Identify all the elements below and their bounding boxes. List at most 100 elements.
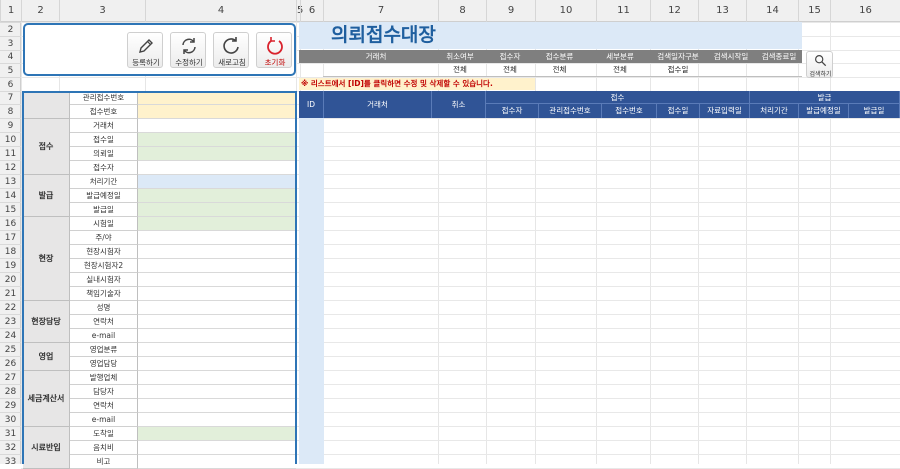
table-header-cancel[interactable]: 취소 — [432, 91, 486, 118]
row-header-33[interactable]: 33 — [0, 454, 21, 468]
row-header-5[interactable]: 5 — [0, 63, 21, 77]
column-header-3[interactable]: 3 — [59, 0, 145, 22]
column-header-13[interactable]: 13 — [698, 0, 746, 22]
refresh-arrows-icon — [182, 38, 196, 54]
reset-icon — [267, 37, 283, 55]
page-title-bar: 의뢰접수대장 — [299, 22, 802, 49]
table-header-reception-group: 접수 — [486, 91, 750, 104]
table-subheader[interactable]: 처리기간 — [750, 104, 799, 118]
row-header-21[interactable]: 21 — [0, 286, 21, 300]
column-header-15[interactable]: 15 — [798, 0, 830, 22]
filter-value[interactable] — [706, 63, 756, 77]
row-header-14[interactable]: 14 — [0, 188, 21, 202]
row-header-31[interactable]: 31 — [0, 426, 21, 440]
modify-button-label: 수정하기 — [175, 58, 203, 67]
row-header-10[interactable]: 10 — [0, 132, 21, 146]
table-subheader[interactable]: 접수번호 — [602, 104, 657, 118]
row-header-4[interactable]: 4 — [0, 50, 21, 63]
filter-value[interactable]: 전체 — [590, 63, 650, 77]
column-header-12[interactable]: 12 — [650, 0, 698, 22]
refresh-button[interactable]: 새로고침 — [213, 32, 249, 68]
row-header-24[interactable]: 24 — [0, 328, 21, 342]
column-header-16[interactable]: 16 — [830, 0, 900, 22]
row-header-28[interactable]: 28 — [0, 384, 21, 398]
search-button[interactable]: 검색하기 — [806, 51, 833, 78]
table-header-issue-group: 발급 — [750, 91, 900, 104]
column-header-6[interactable]: 6 — [300, 0, 323, 22]
column-header-4[interactable]: 4 — [145, 0, 296, 22]
row-header-3[interactable]: 3 — [0, 36, 21, 50]
column-header-bar: 1 2 3 4 5 6 7 8 9 10 11 12 13 14 15 16 — [0, 0, 900, 22]
column-header-10[interactable]: 10 — [535, 0, 596, 22]
table-subheader[interactable]: 발급일 — [849, 104, 900, 118]
refresh-button-label: 새로고침 — [218, 58, 246, 67]
id-column[interactable] — [299, 118, 324, 464]
column-header-11[interactable]: 11 — [596, 0, 650, 22]
filter-value[interactable] — [323, 63, 429, 77]
entry-form-frame — [22, 91, 297, 464]
row-header-16[interactable]: 16 — [0, 216, 21, 230]
row-header-11[interactable]: 11 — [0, 146, 21, 160]
modify-button[interactable]: 수정하기 — [170, 32, 206, 68]
row-header-9[interactable]: 9 — [0, 118, 21, 132]
row-header-20[interactable]: 20 — [0, 272, 21, 286]
filter-value[interactable]: 전체 — [491, 63, 529, 77]
table-subheader[interactable]: 접수일 — [657, 104, 700, 118]
table-subheader[interactable]: 관리접수번호 — [539, 104, 602, 118]
row-header-30[interactable]: 30 — [0, 412, 21, 426]
filter-header: 검색일자구분 — [650, 50, 706, 63]
row-header-12[interactable]: 12 — [0, 160, 21, 174]
reset-button-label: 초기화 — [264, 58, 286, 67]
row-header-8[interactable]: 8 — [0, 104, 21, 118]
column-header-8[interactable]: 8 — [438, 0, 486, 22]
column-header-9[interactable]: 9 — [486, 0, 535, 22]
toolbar-panel: 등록하기 수정하기 새로고침 초기화 — [23, 23, 296, 76]
table-subheader[interactable]: 자료입력일 — [700, 104, 750, 118]
row-header-26[interactable]: 26 — [0, 356, 21, 370]
row-header-27[interactable]: 27 — [0, 370, 21, 384]
table-header-id[interactable]: ID — [299, 91, 324, 118]
filter-value[interactable]: 전체 — [529, 63, 590, 77]
row-header-32[interactable]: 32 — [0, 440, 21, 454]
column-header-2[interactable]: 2 — [21, 0, 59, 22]
row-header-23[interactable]: 23 — [0, 314, 21, 328]
row-header-25[interactable]: 25 — [0, 342, 21, 356]
filter-header: 취소여부 — [429, 50, 491, 63]
magnifier-icon — [815, 55, 827, 67]
notice-text: ※ 리스트에서 [ID]를 클릭하면 수정 및 삭제할 수 있습니다. — [299, 78, 535, 90]
row-header-17[interactable]: 17 — [0, 230, 21, 244]
filter-header: 세부분류 — [590, 50, 650, 63]
row-header-bar: 2 3 4 5 6 7 8 9 10 11 12 13 14 15 16 17 18 19 20 21 22 23 24 25… — [0, 22, 21, 467]
search-button-label: 검색하기 — [809, 71, 832, 78]
filter-value[interactable] — [756, 63, 802, 77]
filter-value[interactable]: 전체 — [429, 63, 491, 77]
filter-header: 검색시작일 — [706, 50, 756, 63]
column-header-7[interactable]: 7 — [323, 0, 438, 22]
filter-header: 접수분류 — [529, 50, 590, 63]
row-header-18[interactable]: 18 — [0, 244, 21, 258]
row-header-2[interactable]: 2 — [0, 22, 21, 36]
row-header-15[interactable]: 15 — [0, 202, 21, 216]
filter-value[interactable]: 접수일 — [650, 63, 706, 77]
pencil-icon — [139, 39, 153, 53]
column-header-1[interactable]: 1 — [0, 0, 21, 22]
filter-header: 검색종료일 — [756, 50, 802, 63]
page-title: 의뢰접수대장 — [331, 24, 436, 46]
filter-header: 접수자 — [491, 50, 529, 63]
register-button-label: 등록하기 — [132, 58, 160, 67]
column-header-14[interactable]: 14 — [746, 0, 798, 22]
reset-button[interactable]: 초기화 — [256, 32, 292, 68]
table-subheader[interactable]: 발급예정일 — [799, 104, 849, 118]
register-button[interactable]: 등록하기 — [127, 32, 163, 68]
row-header-19[interactable]: 19 — [0, 258, 21, 272]
table-header-client[interactable]: 거래처 — [324, 91, 432, 118]
filter-header: 거래처 — [323, 50, 429, 63]
table-subheader[interactable]: 접수자 — [486, 104, 539, 118]
row-header-6[interactable]: 6 — [0, 77, 21, 91]
filter-header-spacer — [299, 50, 323, 63]
row-header-13[interactable]: 13 — [0, 174, 21, 188]
row-header-22[interactable]: 22 — [0, 300, 21, 314]
row-header-7[interactable]: 7 — [0, 91, 21, 104]
row-header-29[interactable]: 29 — [0, 398, 21, 412]
reload-icon — [223, 37, 239, 54]
